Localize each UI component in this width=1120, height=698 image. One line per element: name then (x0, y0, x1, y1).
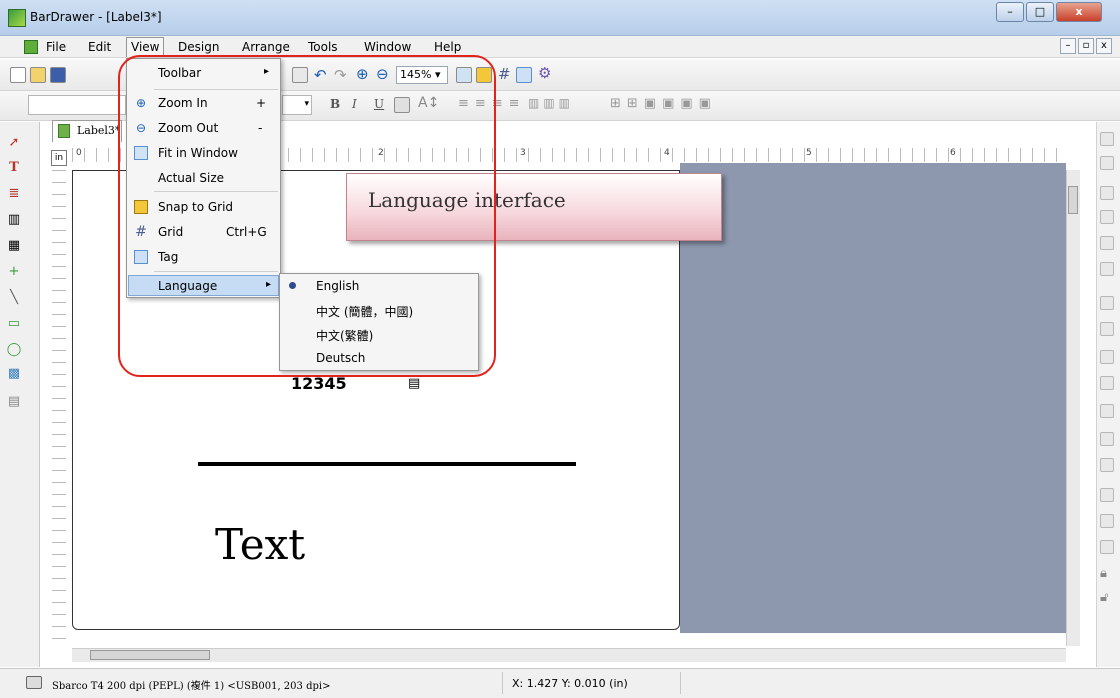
element-handle-icon: ▤ (408, 376, 421, 391)
ruler-mark: 0 (76, 148, 82, 158)
ellipse-tool-icon[interactable]: ◯ (6, 342, 22, 358)
vertical-ruler (52, 170, 66, 640)
center-vertical-icon[interactable] (1100, 458, 1114, 472)
mirror-icon[interactable] (1100, 514, 1114, 528)
align-center-icon[interactable] (1100, 236, 1114, 250)
mdi-minimize-button[interactable]: – (1060, 38, 1076, 54)
rectangle-tool-icon[interactable]: ▭ (6, 316, 22, 332)
printer-icon (26, 676, 42, 689)
crosshair-tool-icon[interactable]: + (6, 264, 22, 280)
text-object[interactable]: Text (215, 520, 305, 569)
menu-tools[interactable]: Tools (304, 40, 342, 54)
mdi-controls: – ▫ x (1060, 38, 1112, 54)
barcode-tool-icon[interactable]: ▥ (6, 212, 22, 228)
same-width-icon[interactable] (1100, 350, 1114, 364)
line-object[interactable] (198, 462, 576, 466)
align-middle-icon[interactable] (1100, 262, 1114, 276)
same-height-icon[interactable] (1100, 376, 1114, 390)
unlock-icon[interactable]: 🔓︎ (1100, 590, 1108, 605)
canvas-background (680, 163, 1066, 633)
label-file-icon (58, 124, 70, 138)
annotation-ring (118, 55, 496, 377)
menu-edit[interactable]: Edit (84, 40, 115, 54)
document-icon (24, 40, 38, 54)
arrange-icons[interactable]: ⊞⊞▣▣▣▣ (610, 96, 717, 111)
close-button[interactable]: x (1056, 2, 1102, 22)
ruler-unit-button[interactable]: in (51, 150, 67, 166)
new-file-icon[interactable] (10, 67, 26, 83)
image-tool-icon[interactable]: ▩ (6, 366, 22, 382)
horizontal-scroll-thumb[interactable] (90, 650, 210, 660)
same-size-icon[interactable] (1100, 404, 1114, 418)
paragraph-tool-icon[interactable]: ≣ (6, 186, 22, 202)
align-left-icon[interactable] (1100, 156, 1114, 170)
ruler-mark: 4 (664, 148, 670, 158)
ruler-mark: 5 (806, 148, 812, 158)
space-vertical-icon[interactable] (1100, 322, 1114, 336)
align-top-icon[interactable] (1100, 186, 1114, 200)
title-bar (0, 0, 1120, 36)
ruler-mark: 6 (950, 148, 956, 158)
align-bottom-icon[interactable] (1100, 210, 1114, 224)
settings-gear-icon[interactable]: ⚙ (538, 64, 551, 82)
minimize-button[interactable]: – (996, 2, 1024, 22)
text-tool-icon[interactable]: T (6, 160, 22, 176)
space-horizontal-icon[interactable] (1100, 296, 1114, 310)
app-icon (8, 9, 26, 27)
horizontal-scrollbar[interactable] (72, 648, 1066, 662)
status-coordinates: X: 1.427 Y: 0.010 (in) (512, 677, 628, 690)
right-align-toolbox (1096, 122, 1120, 667)
rotate-icon[interactable] (1100, 540, 1114, 554)
line-tool-icon[interactable]: ╲ (6, 290, 22, 306)
ruler-mark: 3 (520, 148, 526, 158)
status-divider (502, 672, 503, 694)
database-tool-icon[interactable]: ▤ (6, 394, 22, 410)
select-arrow-icon[interactable]: ➚ (6, 135, 22, 151)
align-right-icon[interactable] (1100, 132, 1114, 146)
menu-window[interactable]: Window (360, 40, 415, 54)
font-name-select[interactable] (28, 95, 126, 115)
grid-icon[interactable]: # (498, 65, 511, 83)
menu-view[interactable]: View (126, 37, 165, 57)
2d-barcode-tool-icon[interactable]: ▦ (6, 238, 22, 254)
barcode-format-icons[interactable]: ▥▥▥ (528, 96, 574, 110)
center-horizontal-icon[interactable] (1100, 432, 1114, 446)
vertical-scroll-thumb[interactable] (1068, 186, 1078, 214)
open-folder-icon[interactable] (30, 67, 46, 83)
lock-icon[interactable]: 🔒︎ (1100, 566, 1107, 581)
status-printer: Sbarco T4 200 dpi (PEPL) (複件 1) <USB001,… (52, 681, 331, 692)
menu-design[interactable]: Design (174, 40, 223, 54)
status-divider (680, 672, 681, 694)
menu-arrange[interactable]: Arrange (238, 40, 294, 54)
tag-icon[interactable] (516, 67, 532, 83)
flip-icon[interactable] (1100, 488, 1114, 502)
menu-file[interactable]: File (42, 40, 70, 54)
maximize-button[interactable]: □ (1026, 2, 1054, 22)
vertical-scrollbar[interactable] (1066, 170, 1080, 646)
save-icon[interactable] (50, 67, 66, 83)
window-title: BarDrawer - [Label3*] (30, 10, 162, 24)
menu-help[interactable]: Help (430, 40, 465, 54)
mdi-restore-button[interactable]: ▫ (1078, 38, 1094, 54)
mdi-close-button[interactable]: x (1096, 38, 1112, 54)
